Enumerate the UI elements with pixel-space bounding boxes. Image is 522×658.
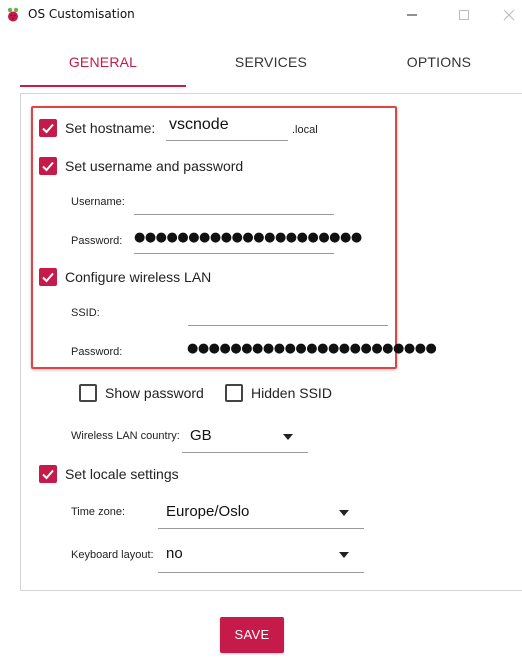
timezone-underline xyxy=(158,528,364,529)
title-bar: OS Customisation xyxy=(0,0,522,30)
window-title: OS Customisation xyxy=(28,7,135,21)
hidden-ssid-label: Hidden SSID xyxy=(251,385,332,401)
chevron-down-icon[interactable] xyxy=(339,552,349,558)
tab-services[interactable]: SERVICES xyxy=(188,38,354,88)
user-password-underline xyxy=(134,253,334,254)
raspberry-pi-icon xyxy=(6,7,20,23)
show-password-label: Show password xyxy=(105,385,204,401)
wifi-country-label: Wireless LAN country: xyxy=(71,430,180,442)
wifi-password-label: Password: xyxy=(71,346,123,358)
chevron-down-icon[interactable] xyxy=(339,510,349,516)
tab-bar: GENERAL SERVICES OPTIONS xyxy=(20,38,522,88)
minimize-button[interactable] xyxy=(399,4,425,26)
ssid-label: SSID: xyxy=(71,307,100,319)
timezone-label: Time zone: xyxy=(71,506,126,518)
keyboard-select[interactable]: no xyxy=(166,545,183,562)
show-password-checkbox[interactable] xyxy=(79,384,97,402)
check-icon xyxy=(42,272,54,283)
check-icon xyxy=(42,161,54,172)
wifi-checkbox[interactable] xyxy=(39,268,57,286)
wifi-label: Configure wireless LAN xyxy=(65,269,212,285)
keyboard-underline xyxy=(158,572,364,573)
hostname-input-underline xyxy=(166,140,288,141)
wifi-password-input[interactable]: ●●●●●●●●●●●●●●●●●●●●●●● xyxy=(187,341,437,356)
wifi-country-underline xyxy=(182,452,308,453)
save-button[interactable]: SAVE xyxy=(220,617,284,653)
user-checkbox[interactable] xyxy=(39,157,57,175)
locale-label: Set locale settings xyxy=(65,466,179,482)
check-icon xyxy=(42,123,54,134)
chevron-down-icon[interactable] xyxy=(283,434,293,440)
hostname-label: Set hostname: xyxy=(65,120,156,136)
locale-checkbox[interactable] xyxy=(39,465,57,483)
tab-options[interactable]: OPTIONS xyxy=(356,38,522,88)
check-icon xyxy=(42,469,54,480)
hostname-input[interactable]: vscnode xyxy=(169,116,229,134)
active-tab-indicator xyxy=(20,85,186,87)
user-label: Set username and password xyxy=(65,158,244,174)
hostname-checkbox[interactable] xyxy=(39,119,57,137)
wifi-country-select[interactable]: GB xyxy=(190,427,212,444)
hostname-suffix: .local xyxy=(292,124,318,136)
tab-general[interactable]: GENERAL xyxy=(20,38,186,88)
user-password-label: Password: xyxy=(71,235,123,247)
username-input-underline xyxy=(134,214,334,215)
user-password-input[interactable]: ●●●●●●●●●●●●●●●●●●●●● xyxy=(134,230,362,245)
hidden-ssid-checkbox[interactable] xyxy=(225,384,243,402)
close-icon[interactable] xyxy=(496,4,522,26)
ssid-input-underline xyxy=(188,325,388,326)
maximize-button[interactable] xyxy=(451,4,477,26)
timezone-select[interactable]: Europe/Oslo xyxy=(166,503,249,520)
username-label: Username: xyxy=(71,196,125,208)
keyboard-label: Keyboard layout: xyxy=(71,549,154,561)
